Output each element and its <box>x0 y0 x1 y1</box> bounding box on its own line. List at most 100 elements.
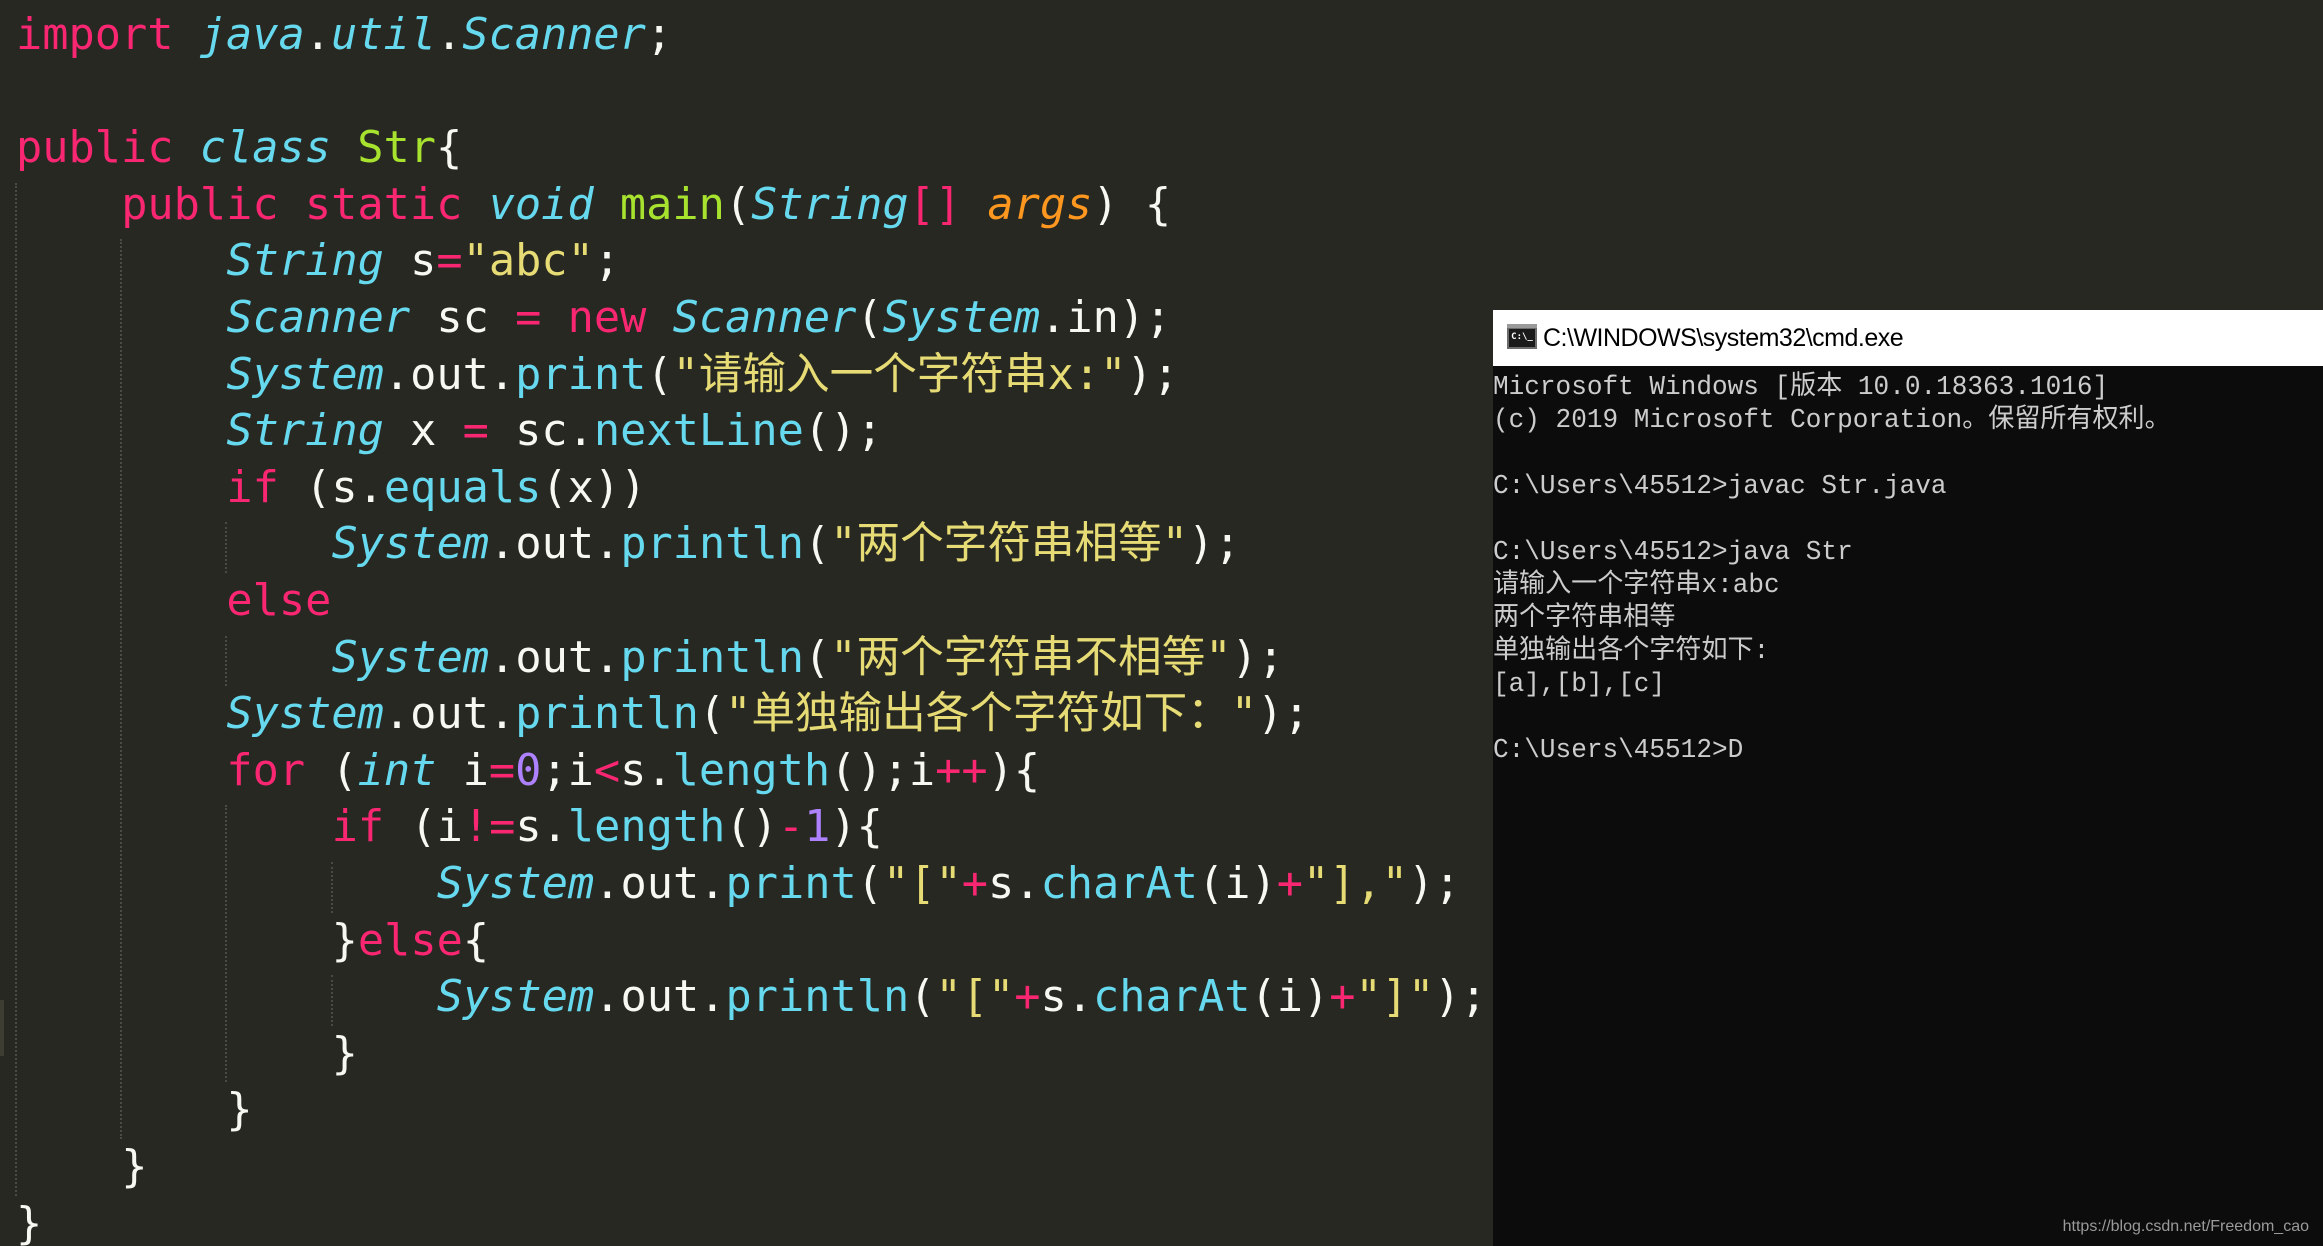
cmd-window[interactable]: C:\_ C:\WINDOWS\system32\cmd.exe Microso… <box>1493 310 2323 1246</box>
code-line: public static void main(String[] args) { <box>121 177 1171 234</box>
code-token-fn: length <box>672 745 831 796</box>
code-token-str: "abc" <box>462 236 594 287</box>
cmd-output-line: (c) 2019 Microsoft Corporation。保留所有权利。 <box>1493 405 2171 435</box>
code-token-plain: ); <box>1231 632 1285 683</box>
code-token-plain: ( <box>856 859 883 909</box>
code-token-plain: (s. <box>278 462 384 513</box>
code-line: else <box>226 573 331 630</box>
code-token-kw: if <box>226 462 279 513</box>
code-token-fn: length <box>567 802 726 853</box>
code-token-plain: (); <box>803 406 883 457</box>
code-token-fn: print <box>515 349 647 400</box>
code-token-str: "[" <box>935 972 1015 1023</box>
indent-guide <box>120 239 123 1139</box>
code-line: } <box>226 1082 252 1139</box>
code-line: System.out.print("请输入一个字符串x:"); <box>226 347 1178 404</box>
code-line: System.out.print("["+s.charAt(i)+"],"); <box>437 856 1461 913</box>
code-token-plain: ( <box>724 179 752 230</box>
code-token-fn: println <box>620 632 805 683</box>
code-token-plain: } <box>331 1028 358 1079</box>
cmd-output-line: [a],[b],[c] <box>1493 669 1666 699</box>
code-line: public class Str{ <box>16 120 462 177</box>
code-line: } <box>121 1139 147 1196</box>
code-token-plain: s. <box>988 859 1041 909</box>
cmd-output-line <box>1493 503 2306 536</box>
code-token-plain: sc <box>410 293 516 343</box>
code-token-op: < <box>593 745 621 796</box>
cmd-output-line: 两个字符串相等 <box>1493 603 1676 633</box>
code-token-plain: ){ <box>987 745 1041 796</box>
code-token-cls: Str <box>357 123 436 174</box>
cmd-output-line: C:\Users\45512>D <box>1493 735 1744 765</box>
cmd-icon: C:\_ <box>1507 324 1537 349</box>
code-token-type: int <box>357 745 437 796</box>
code-token-type: System <box>331 632 490 683</box>
code-token-type: util <box>330 10 436 60</box>
code-token-str: "]," <box>1302 859 1408 909</box>
code-token-op: != <box>462 802 516 853</box>
code-token-plain: i <box>436 745 489 796</box>
code-token-plain: ( <box>646 349 673 400</box>
code-token-plain: .in); <box>1040 293 1172 343</box>
code-token-type: System <box>436 859 595 909</box>
code-token-type: Scanner <box>226 293 411 343</box>
code-token-type: Scanner <box>672 293 857 343</box>
code-token-plain: s <box>383 236 437 287</box>
code-token-main: main <box>619 179 725 230</box>
code-token-op: + <box>1329 972 1356 1023</box>
indent-guide <box>225 522 228 573</box>
code-line: System.out.println("两个字符串相等"); <box>332 516 1241 573</box>
code-token-str: "[" <box>883 859 962 909</box>
indent-guide <box>225 805 228 1083</box>
code-line: for (int i=0;i<s.length();i++){ <box>226 743 1040 800</box>
code-token-arg: args <box>987 179 1093 230</box>
code-token-plain: } <box>226 1085 253 1136</box>
code-token-plain: ); <box>1257 689 1310 740</box>
code-editor[interactable]: import java.util.Scanner; public class St… <box>0 0 1493 1246</box>
code-token-plain: .out. <box>594 972 726 1023</box>
cmd-title: C:\WINDOWS\system32\cmd.exe <box>1543 323 1904 352</box>
code-token-plain: } <box>331 915 358 966</box>
code-token-op: = <box>515 293 542 343</box>
code-token-plain: () <box>725 802 778 853</box>
code-token-type: class <box>199 123 331 174</box>
code-token-op: = <box>436 236 463 287</box>
code-line: String x = sc.nextLine(); <box>226 403 882 460</box>
cmd-output[interactable]: Microsoft Windows [版本 10.0.18363.1016] (c… <box>1493 371 2323 767</box>
code-token-type: void <box>488 179 594 230</box>
code-token-plain: ( <box>909 972 936 1023</box>
code-token-kw: public <box>121 179 279 230</box>
code-token-type: System <box>436 972 595 1023</box>
code-token-fn: println <box>515 689 699 740</box>
code-token-op: = <box>462 406 489 457</box>
code-token-plain: { <box>462 915 490 966</box>
indent-guide <box>330 862 333 913</box>
code-token-plain: (i) <box>1197 859 1277 909</box>
code-token-num: 0 <box>515 745 542 796</box>
code-token-plain: { <box>435 123 463 174</box>
code-token-plain: ; <box>645 10 673 60</box>
cmd-titlebar[interactable]: C:\_ C:\WINDOWS\system32\cmd.exe <box>1493 310 2323 366</box>
cmd-output-line: Microsoft Windows [版本 10.0.18363.1016] <box>1493 372 2109 402</box>
code-token-fn: println <box>725 972 910 1023</box>
code-token-fn: charAt <box>1093 972 1251 1023</box>
code-token-plain: . <box>435 10 463 60</box>
indent-guide <box>15 182 17 1196</box>
code-token-plain: ( <box>804 519 831 570</box>
code-token-type: String <box>226 236 384 287</box>
current-line-marker <box>0 1000 4 1056</box>
code-token-str: "两个字符串不相等" <box>830 632 1232 683</box>
code-token-plain: ( <box>804 632 831 683</box>
code-token-fn: equals <box>383 462 542 513</box>
code-token-kw: else <box>357 915 463 966</box>
code-token-fn: nextLine <box>593 406 804 457</box>
code-token-kw: new <box>567 293 647 343</box>
code-token-kw: public <box>16 123 174 174</box>
code-line: if (i!=s.length()-1){ <box>332 799 883 856</box>
code-token-plain: ; <box>593 236 621 287</box>
